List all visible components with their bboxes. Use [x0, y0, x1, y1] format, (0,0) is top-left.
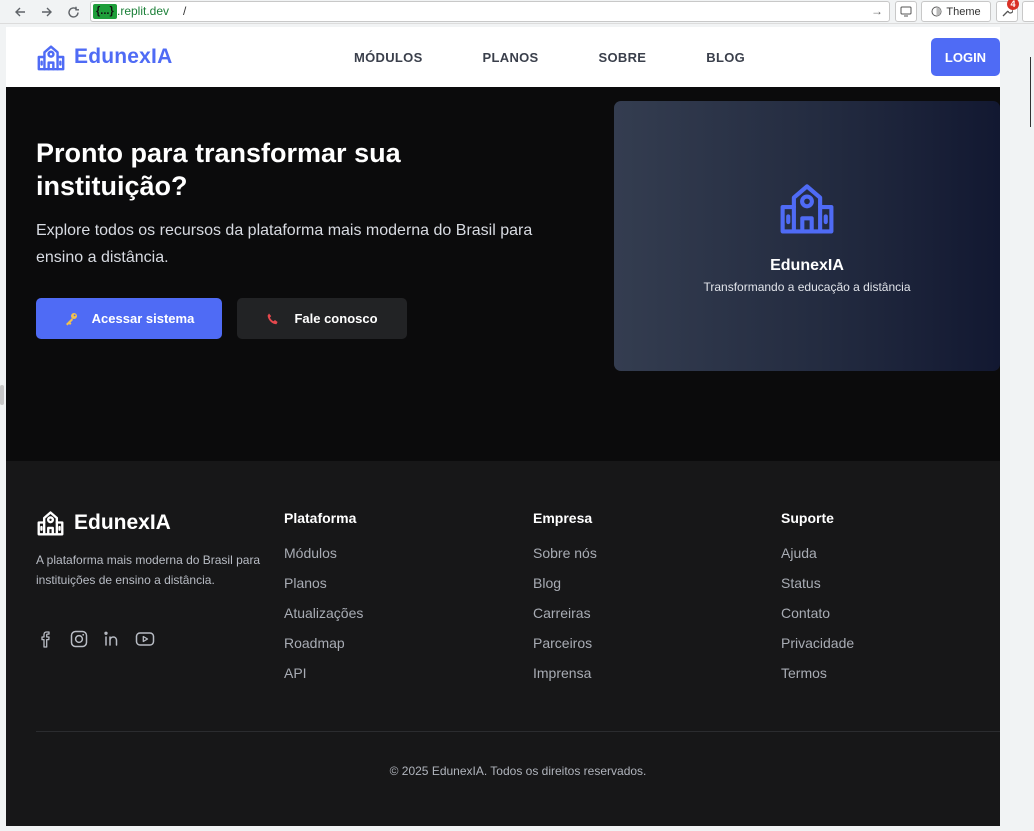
- resize-handle[interactable]: [0, 385, 4, 405]
- school-icon: [37, 511, 64, 536]
- access-system-button[interactable]: Acessar sistema: [36, 298, 222, 339]
- browser-toolbar: {...} .replit.dev / → Theme 4: [0, 0, 1034, 24]
- overflow-icon[interactable]: [1022, 1, 1034, 22]
- card-title: EdunexIA: [770, 257, 844, 274]
- device-icon[interactable]: [895, 1, 917, 22]
- social-links: [36, 629, 155, 649]
- footer-link[interactable]: Atualizações: [284, 605, 363, 621]
- instagram-icon[interactable]: [69, 629, 89, 649]
- footer-link[interactable]: Parceiros: [533, 635, 597, 651]
- linkedin-icon[interactable]: [102, 629, 122, 649]
- footer-link[interactable]: Contato: [781, 605, 854, 621]
- footer-column-title: Empresa: [533, 510, 593, 526]
- main-nav: MÓDULOS PLANOS SOBRE BLOG: [354, 50, 805, 65]
- footer-link[interactable]: Imprensa: [533, 665, 597, 681]
- nav-link-sobre[interactable]: SOBRE: [599, 50, 647, 65]
- footer-brand[interactable]: EdunexIA: [36, 508, 171, 537]
- hero-title: Pronto para transformar sua instituição?: [36, 138, 401, 201]
- key-icon: [65, 312, 77, 325]
- hero-section: Pronto para transformar sua instituição?…: [6, 87, 1000, 461]
- facebook-icon[interactable]: [36, 629, 56, 649]
- access-system-label: Acessar sistema: [91, 311, 195, 326]
- footer: EdunexIA A plataforma mais moderna do Br…: [6, 461, 1000, 826]
- footer-link[interactable]: Planos: [284, 575, 363, 591]
- footer-link[interactable]: Roadmap: [284, 635, 363, 651]
- footer-divider: [36, 731, 1000, 732]
- footer-column-title: Plataforma: [284, 510, 357, 526]
- footer-column-title: Suporte: [781, 510, 834, 526]
- phone-icon: [268, 313, 279, 324]
- url-path: /: [183, 4, 187, 18]
- brand-logo[interactable]: EdunexIA: [36, 42, 172, 72]
- school-icon: [37, 45, 65, 71]
- footer-column-empresa: Empresa Sobre nós Blog Carreiras Parceir…: [533, 510, 597, 695]
- footer-link[interactable]: Termos: [781, 665, 854, 681]
- extension-button[interactable]: 4: [996, 0, 1019, 22]
- forward-arrow-icon[interactable]: [37, 2, 57, 22]
- back-arrow-icon[interactable]: [10, 2, 30, 22]
- footer-link[interactable]: Privacidade: [781, 635, 854, 651]
- url-badge: {...}: [93, 4, 117, 19]
- hero-subtitle: Explore todos os recursos da plataforma …: [36, 222, 533, 266]
- page: EdunexIA MÓDULOS PLANOS SOBRE BLOG LOGIN…: [6, 27, 1000, 826]
- footer-link[interactable]: Módulos: [284, 545, 363, 561]
- contact-label: Fale conosco: [294, 311, 378, 326]
- nav-link-blog[interactable]: BLOG: [706, 50, 745, 65]
- footer-brand-name: EdunexIA: [74, 510, 171, 534]
- copyright-text: © 2025 EdunexIA. Todos os direitos reser…: [389, 764, 647, 778]
- page-edge: [1000, 27, 1034, 827]
- footer-link[interactable]: API: [284, 665, 363, 681]
- footer-description: A plataforma mais moderna do Brasil para…: [36, 553, 261, 587]
- card-subtitle: Transformando a educação a distância: [703, 280, 911, 294]
- navbar: EdunexIA MÓDULOS PLANOS SOBRE BLOG LOGIN: [6, 27, 1000, 87]
- login-button[interactable]: LOGIN: [931, 38, 1000, 76]
- footer-column-suporte: Suporte Ajuda Status Contato Privacidade…: [781, 510, 854, 695]
- footer-link[interactable]: Sobre nós: [533, 545, 597, 561]
- reload-icon[interactable]: [63, 2, 83, 22]
- nav-link-modulos[interactable]: MÓDULOS: [354, 50, 423, 65]
- hero-card: EdunexIA Transformando a educação a dist…: [614, 101, 1000, 371]
- theme-icon: [931, 6, 942, 17]
- youtube-icon[interactable]: [135, 629, 155, 649]
- footer-link[interactable]: Status: [781, 575, 854, 591]
- school-icon: [780, 184, 834, 234]
- extension-count-badge: 4: [1007, 0, 1019, 10]
- go-arrow-icon[interactable]: →: [871, 4, 883, 19]
- contact-button[interactable]: Fale conosco: [237, 298, 407, 339]
- nav-link-planos[interactable]: PLANOS: [483, 50, 539, 65]
- brand-name: EdunexIA: [74, 45, 173, 68]
- footer-column-plataforma: Plataforma Módulos Planos Atualizações R…: [284, 510, 363, 695]
- address-bar[interactable]: {...} .replit.dev / →: [90, 1, 890, 22]
- url-host: .replit.dev: [117, 4, 170, 18]
- theme-label: Theme: [946, 5, 981, 18]
- footer-link[interactable]: Blog: [533, 575, 597, 591]
- footer-link[interactable]: Carreiras: [533, 605, 597, 621]
- footer-link[interactable]: Ajuda: [781, 545, 854, 561]
- theme-button[interactable]: Theme: [921, 1, 991, 22]
